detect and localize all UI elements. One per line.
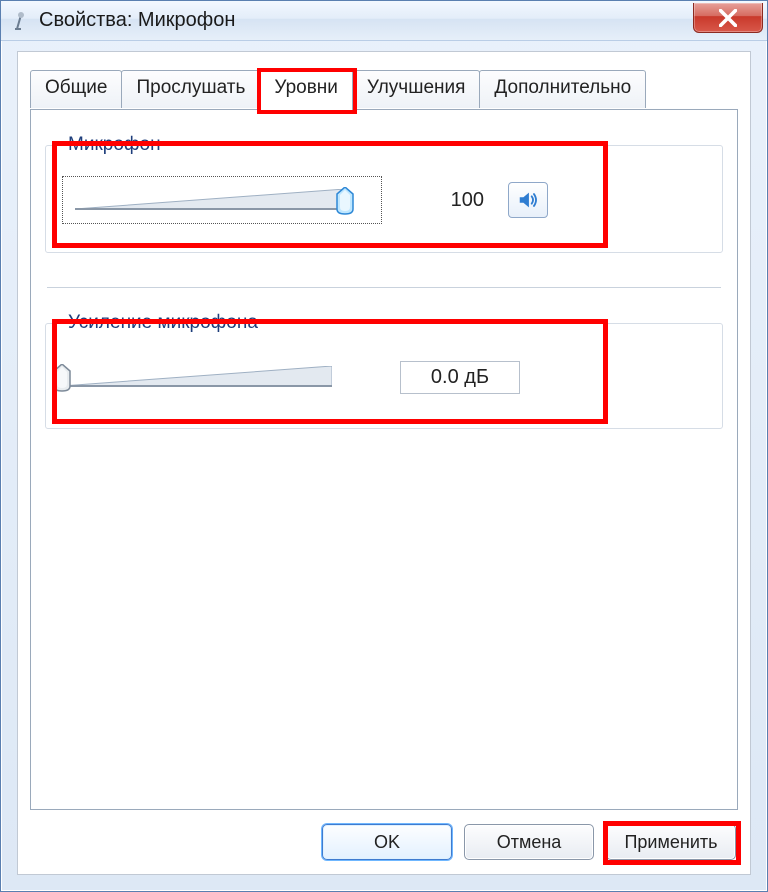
tab-advanced[interactable]: Дополнительно <box>479 70 646 108</box>
tab-enhancements[interactable]: Улучшения <box>352 70 481 108</box>
mic-slider-track <box>75 187 345 213</box>
cancel-button[interactable]: Отмена <box>464 824 594 860</box>
properties-window: Свойства: Микрофон Общие Прослушать Уров… <box>0 0 768 892</box>
group-mic-boost-legend: Усиление микрофона <box>62 312 264 334</box>
divider <box>47 287 721 288</box>
boost-slider-thumb[interactable] <box>53 364 71 392</box>
ok-button[interactable]: OK <box>322 824 452 860</box>
client-area: Общие Прослушать Уровни Улучшения Дополн… <box>17 51 751 875</box>
boost-value: 0.0 дБ <box>400 361 520 394</box>
tab-general[interactable]: Общие <box>30 70 122 108</box>
boost-slider-row: 0.0 дБ <box>62 354 706 400</box>
mute-button[interactable] <box>508 182 548 218</box>
titlebar[interactable]: Свойства: Микрофон <box>1 1 767 41</box>
speaker-icon <box>517 189 539 211</box>
boost-slider[interactable] <box>62 354 382 400</box>
boost-slider-track <box>62 364 332 390</box>
apply-button[interactable]: Применить <box>606 824 736 860</box>
group-microphone-legend: Микрофон <box>62 134 167 156</box>
dialog-buttons: OK Отмена Применить <box>322 824 736 860</box>
mic-slider-thumb[interactable] <box>336 187 354 215</box>
mic-slider-row: 100 <box>62 176 706 224</box>
microphone-icon <box>11 11 31 31</box>
group-mic-boost: Усиление микрофона <box>45 312 723 429</box>
window-title: Свойства: Микрофон <box>39 9 235 32</box>
mic-value: 100 <box>400 187 490 214</box>
mic-slider[interactable] <box>62 176 382 224</box>
tab-panel-levels: Микрофон <box>30 109 738 810</box>
group-microphone: Микрофон <box>45 134 723 253</box>
close-button[interactable] <box>693 3 763 33</box>
tab-listen[interactable]: Прослушать <box>121 70 260 108</box>
tab-levels[interactable]: Уровни <box>259 70 353 110</box>
close-icon <box>719 9 737 27</box>
tab-strip: Общие Прослушать Уровни Улучшения Дополн… <box>30 70 738 110</box>
